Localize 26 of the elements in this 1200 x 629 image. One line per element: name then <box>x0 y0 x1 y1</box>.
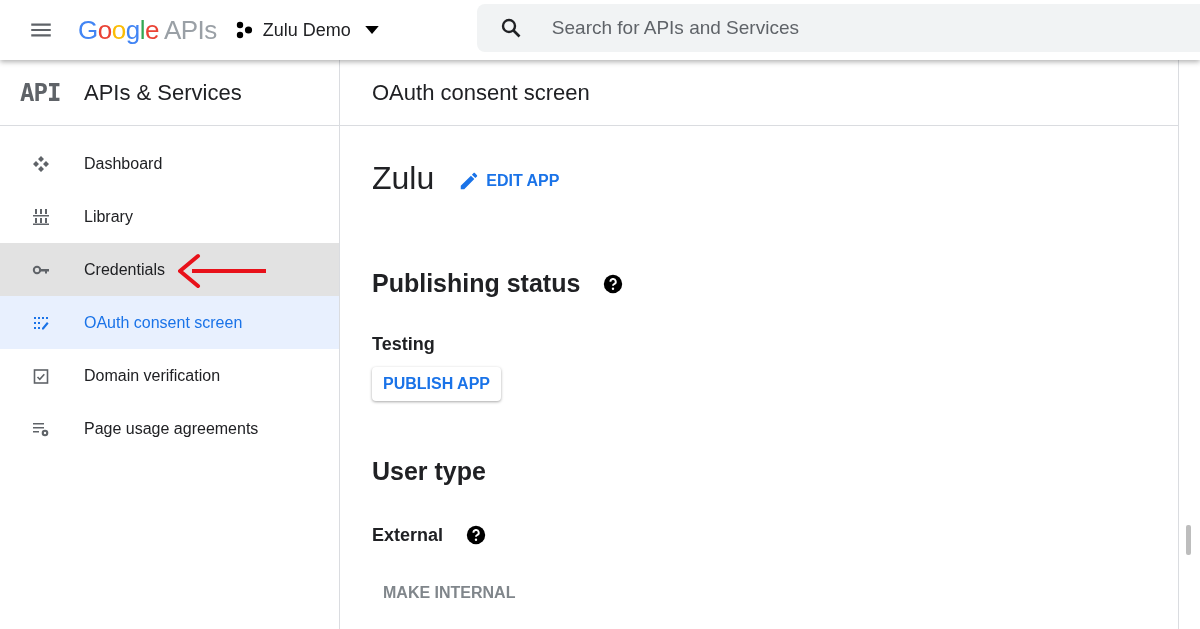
section-heading: User type <box>372 457 486 486</box>
dashboard-icon <box>31 153 51 174</box>
publish-app-button[interactable]: PUBLISH APP <box>372 367 501 401</box>
google-apis-logo[interactable]: Google APIs <box>78 14 217 46</box>
project-selector[interactable]: Zulu Demo <box>234 19 379 41</box>
help-icon[interactable] <box>465 524 488 546</box>
app-name: Zulu <box>372 160 435 197</box>
caret-icon <box>364 25 379 35</box>
sidebar-item[interactable]: Domain verification <box>0 349 339 402</box>
project-dots-icon <box>234 20 255 40</box>
edit-app-button[interactable]: EDIT APP <box>458 169 560 192</box>
help-icon[interactable] <box>602 272 625 295</box>
status-label: Testing <box>372 334 435 355</box>
scrollbar-thumb[interactable] <box>1186 525 1191 555</box>
sidebar-item[interactable]: OAuth consent screen <box>0 296 339 349</box>
sidebar-item[interactable]: Credentials <box>0 243 339 296</box>
section-heading: Publishing status <box>372 269 581 298</box>
sidebar-item[interactable]: Library <box>0 190 339 243</box>
page-title: OAuth consent screen <box>372 79 590 106</box>
search-field[interactable]: Search for APIs and Services <box>476 4 1200 52</box>
sidebar-item[interactable]: Dashboard <box>0 137 339 190</box>
library-icon <box>31 206 51 227</box>
section-title: APIs & Services <box>84 79 242 106</box>
sidebar-item[interactable]: Page usage agreements <box>0 402 339 455</box>
user-type-label: External <box>372 524 444 546</box>
api-badge-icon: API <box>20 78 84 107</box>
